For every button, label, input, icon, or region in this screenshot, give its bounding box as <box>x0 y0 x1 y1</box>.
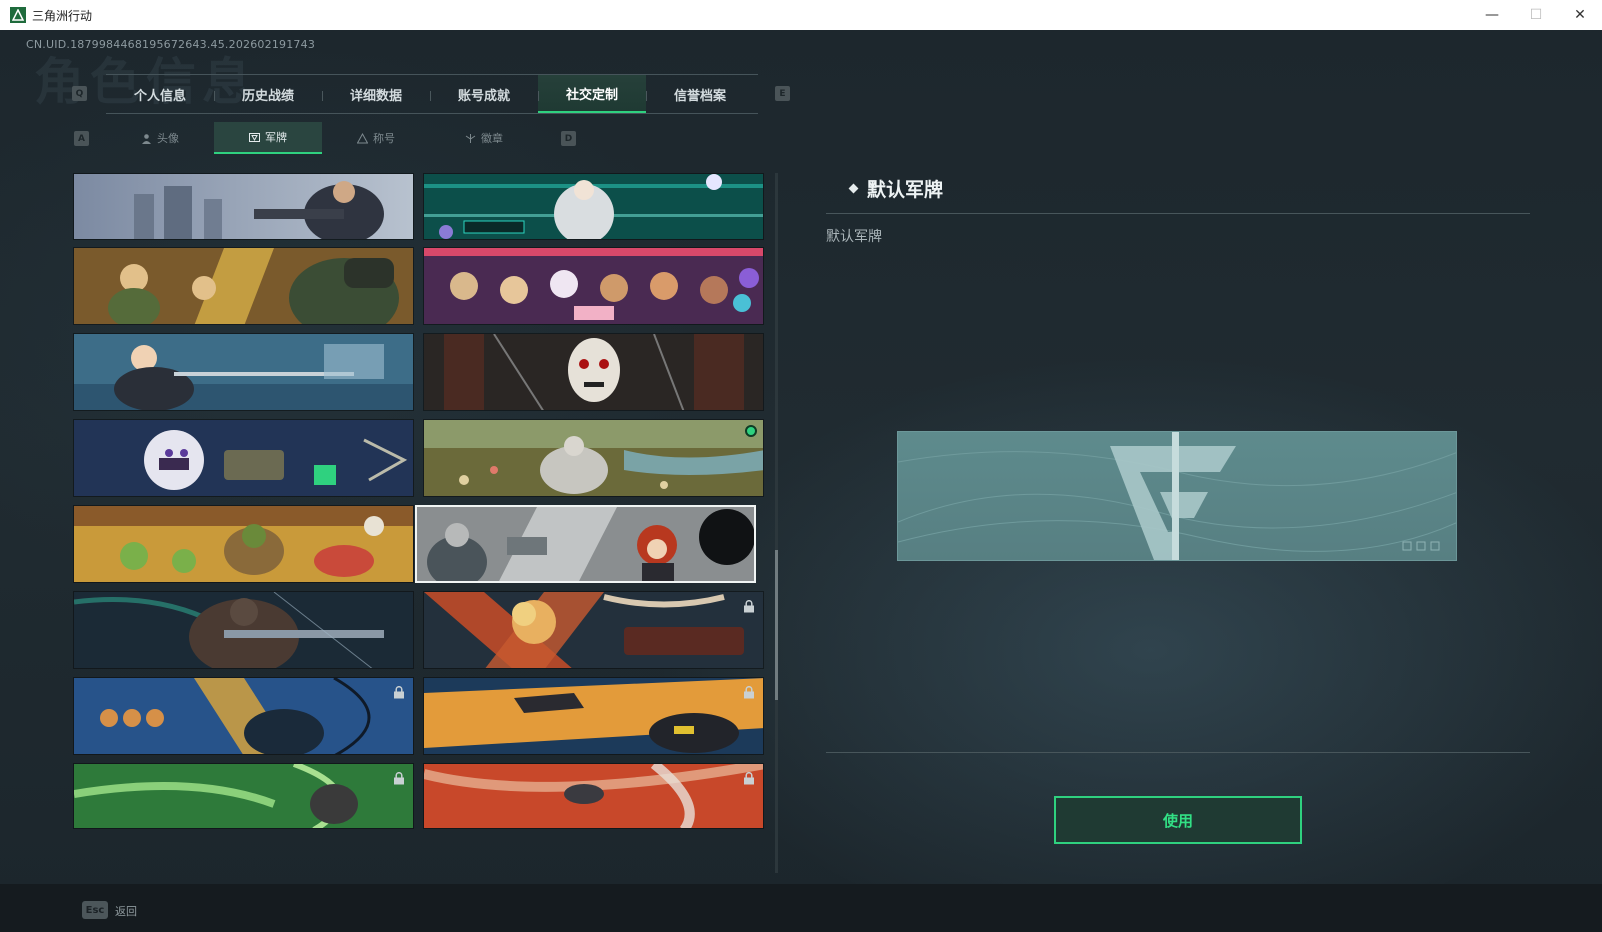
bottom-bar: Esc 返回 <box>0 884 1602 932</box>
subtab-nameplate[interactable]: 军牌 <box>214 122 322 154</box>
person-icon <box>142 133 151 144</box>
diamond-bullet-icon <box>848 183 859 194</box>
selected-nameplate-subtitle: 默认军牌 <box>826 229 882 245</box>
nameplate-party-celebration-art <box>424 248 763 324</box>
sub-tab-bar: 头像 军牌 称号 徽章 <box>106 122 542 154</box>
app-logo-icon <box>10 7 26 23</box>
prev-tab-key-hint[interactable]: Q <box>72 86 87 101</box>
maximize-button[interactable]: ☐ <box>1514 0 1558 30</box>
selected-title-text: 默认军牌 <box>867 179 944 201</box>
close-button[interactable]: ✕ <box>1558 0 1602 30</box>
nameplate-card[interactable] <box>423 763 764 829</box>
emblem-icon <box>465 133 476 143</box>
subtab-label: 头像 <box>157 132 179 145</box>
esc-key-hint[interactable]: Esc <box>82 901 108 919</box>
nameplate-cooking-frogs-art <box>74 506 413 582</box>
next-subtab-key-hint[interactable]: D <box>561 131 576 146</box>
lock-icon <box>744 772 754 785</box>
nameplate-city-soldier-art <box>74 174 413 239</box>
next-tab-key-hint[interactable]: E <box>775 86 790 101</box>
tab-achievements[interactable]: 账号成就 <box>430 75 538 113</box>
nameplate-night-operator-art <box>74 592 413 668</box>
nameplate-orange-drone-art <box>424 678 763 754</box>
nameplate-card[interactable] <box>73 763 414 829</box>
nameplate-card[interactable] <box>73 591 414 669</box>
tab-history[interactable]: 历史战绩 <box>214 75 322 113</box>
badge-icon <box>249 132 260 142</box>
subtab-title[interactable]: 称号 <box>322 122 430 154</box>
nameplate-blue-archer-art <box>74 678 413 754</box>
main-tab-bar: 个人信息 历史战绩 详细数据 账号成就 社交定制 信誉档案 <box>106 74 758 114</box>
nameplate-redhead-chibi-art <box>417 507 754 581</box>
bottom-divider <box>826 752 1530 753</box>
nameplate-card[interactable] <box>423 173 764 240</box>
tab-detailed-data[interactable]: 详细数据 <box>322 75 430 113</box>
nameplate-card[interactable] <box>73 677 414 755</box>
nameplate-card[interactable] <box>73 333 414 411</box>
prev-subtab-key-hint[interactable]: A <box>74 131 89 146</box>
grid-scrollbar-thumb[interactable] <box>775 550 778 700</box>
window-titlebar: 三角洲行动 — ☐ ✕ <box>0 0 1602 30</box>
nameplate-card[interactable] <box>73 419 414 497</box>
subtab-label: 徽章 <box>481 132 503 145</box>
grid-scrollbar-track[interactable] <box>775 173 778 873</box>
nameplate-gunfight-comic-art <box>74 248 413 324</box>
nameplate-card[interactable] <box>73 505 414 583</box>
default-nameplate-logo <box>898 432 1456 560</box>
nameplate-card[interactable] <box>73 247 414 325</box>
minimize-button[interactable]: — <box>1470 0 1514 30</box>
use-button[interactable]: 使用 <box>1054 796 1302 844</box>
subtab-label: 称号 <box>373 132 395 145</box>
nameplate-red-jet-art <box>424 764 763 828</box>
nameplate-preview <box>897 431 1457 561</box>
window-title: 三角洲行动 <box>32 8 93 23</box>
lock-icon <box>394 686 404 699</box>
nameplate-green-soldier-art <box>74 764 413 828</box>
nameplate-card[interactable] <box>423 677 764 755</box>
game-viewport: 角色信息 CN.UID.1879984468195672643.45.20260… <box>0 30 1602 932</box>
lock-icon <box>394 772 404 785</box>
title-icon <box>357 132 368 143</box>
nameplate-saw-puppet-art <box>424 334 763 410</box>
back-label[interactable]: 返回 <box>115 903 137 919</box>
tab-personal-info[interactable]: 个人信息 <box>106 75 214 113</box>
nameplate-neon-hacker-art <box>424 174 763 239</box>
nameplate-card-selected[interactable] <box>415 505 756 583</box>
nameplate-card[interactable] <box>423 247 764 325</box>
nameplate-card[interactable] <box>423 333 764 411</box>
nameplate-chibi-operator-art <box>74 420 413 496</box>
tab-social-custom[interactable]: 社交定制 <box>538 75 646 113</box>
tab-credit-record[interactable]: 信誉档案 <box>646 75 754 113</box>
uid-text: CN.UID.1879984468195672643.45.2026021917… <box>26 38 316 51</box>
nameplate-grid <box>73 173 773 873</box>
nameplate-card[interactable] <box>73 173 414 240</box>
window-controls: — ☐ ✕ <box>1470 0 1602 30</box>
nameplate-flower-field-knight-art <box>424 420 763 496</box>
subtab-label: 军牌 <box>265 131 287 144</box>
selected-nameplate-title: 默认军牌 <box>848 175 944 202</box>
nameplate-card[interactable] <box>423 419 764 497</box>
nameplate-card[interactable] <box>423 591 764 669</box>
subtab-emblem[interactable]: 徽章 <box>430 122 538 154</box>
lock-icon <box>744 600 754 613</box>
title-divider <box>826 213 1530 214</box>
nameplate-archer-stadium-art <box>74 334 413 410</box>
subtab-avatar[interactable]: 头像 <box>106 122 214 154</box>
lock-icon <box>744 686 754 699</box>
nameplate-explosion-comic-art <box>424 592 763 668</box>
new-indicator-dot <box>745 425 757 437</box>
